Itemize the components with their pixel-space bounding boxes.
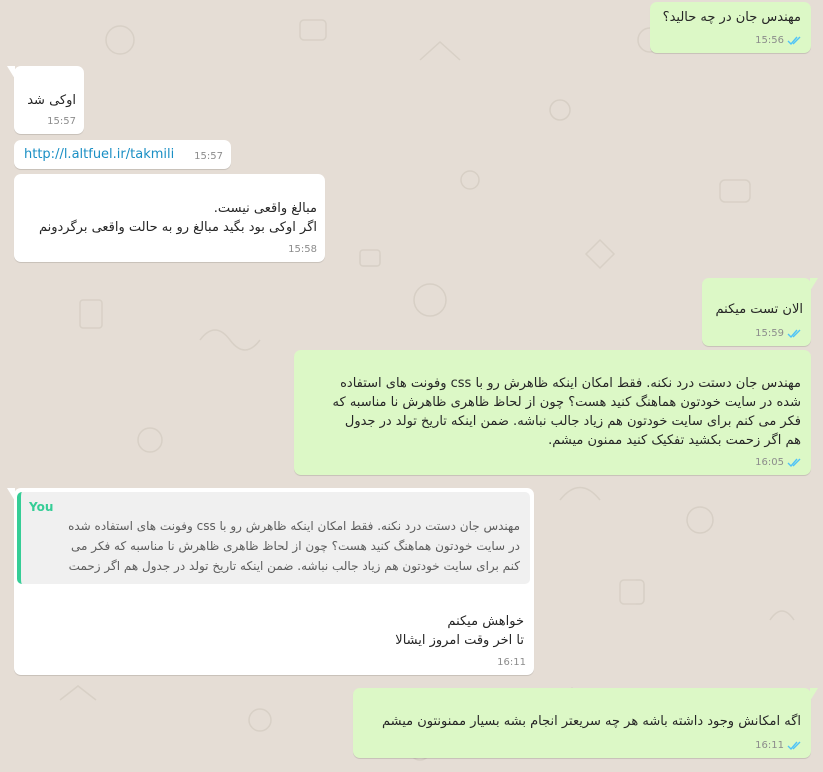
double-check-icon [787,458,801,467]
message-text: اگه امکانش وجود داشته باشه هر چه سریعتر … [381,714,801,729]
message-time: 16:11 [755,740,784,751]
message-time: 16:05 [755,457,784,468]
double-check-icon [787,36,801,45]
bubble-tail [7,66,15,79]
message-time: 15:59 [755,328,784,339]
message-text: الان تست میکنم [715,302,803,317]
incoming-reply-message[interactable]: You مهندس جان دستت درد نکنه. فقط امکان ا… [7,488,534,675]
quote-text: مهندس جان دستت درد نکنه. فقط امکان اینکه… [68,519,520,573]
message-link[interactable]: http://l.altfuel.ir/takmili [24,145,174,164]
message-time: 16:11 [497,657,526,668]
message-time: 15:56 [755,35,784,46]
incoming-message[interactable]: اوکی شد 15:57 [7,66,84,134]
message-meta: 16:11 [497,653,526,672]
message-text: مبالغ واقعی نیست. اگر اوکی بود بگید مبال… [38,201,317,235]
quote-author: You [29,500,54,514]
message-time: 15:57 [194,151,223,162]
message-text: اوکی شد [27,93,76,108]
double-check-icon [787,329,801,338]
message-meta: 16:05 [755,453,803,472]
message-meta: 15:57 [47,112,76,131]
message-meta: 16:11 [755,736,803,755]
message-meta: 15:56 [755,31,803,50]
message-meta: 15:58 [288,240,317,259]
incoming-message[interactable]: مبالغ واقعی نیست. اگر اوکی بود بگید مبال… [14,174,325,262]
outgoing-message[interactable]: الان تست میکنم 15:59 [702,278,818,346]
message-meta: 15:59 [755,324,803,343]
incoming-message[interactable]: http://l.altfuel.ir/takmili 15:57 [14,140,231,169]
quoted-message[interactable]: You مهندس جان دستت درد نکنه. فقط امکان ا… [17,492,530,584]
outgoing-message[interactable]: مهندس جان دستت درد نکنه. فقط امکان اینکه… [294,350,811,475]
bubble-tail [810,278,818,291]
message-time: 15:58 [288,244,317,255]
message-text: خواهش میکنم تا اخر وقت امروز ایشالا [395,614,524,648]
outgoing-message[interactable]: مهندس جان در چه حالید؟ 15:56 [650,2,811,53]
message-text: مهندس جان دستت درد نکنه. فقط امکان اینکه… [332,376,801,448]
outgoing-message[interactable]: اگه امکانش وجود داشته باشه هر چه سریعتر … [353,688,818,758]
message-text: مهندس جان در چه حالید؟ [662,10,801,25]
message-meta: 15:57 [194,147,223,166]
bubble-tail [7,488,15,501]
message-time: 15:57 [47,116,76,127]
bubble-tail [810,688,818,701]
double-check-icon [787,741,801,750]
